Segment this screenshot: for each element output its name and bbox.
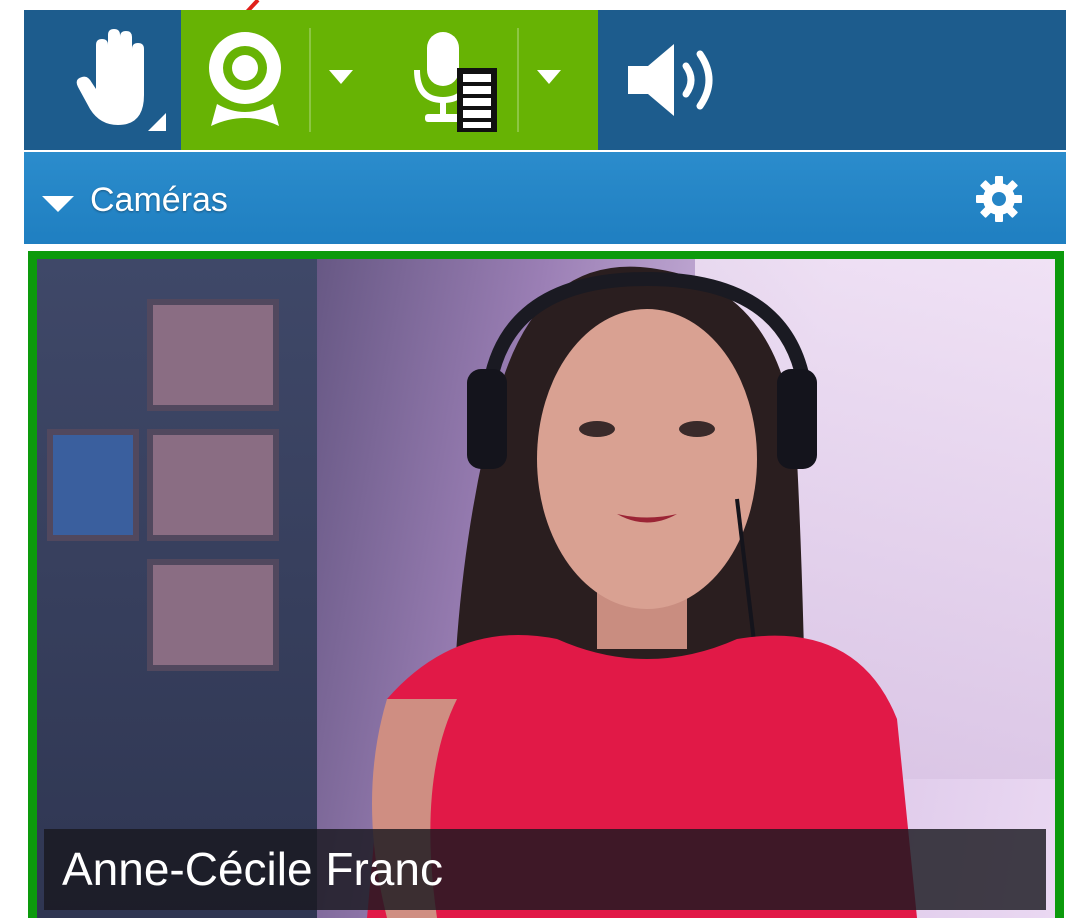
separator bbox=[517, 28, 519, 132]
chevron-down-icon bbox=[329, 70, 353, 84]
gear-icon[interactable] bbox=[976, 176, 1022, 222]
participant-name: Anne-Cécile Franc bbox=[62, 843, 443, 895]
video-feed bbox=[37, 259, 1055, 918]
participant-name-bar: Anne-Cécile Franc bbox=[44, 829, 1046, 910]
microphone-menu-button[interactable] bbox=[535, 66, 563, 86]
webcam-icon bbox=[209, 32, 281, 126]
webcam-menu-button[interactable] bbox=[327, 66, 355, 86]
speaker-button[interactable] bbox=[614, 10, 744, 150]
triangle-down-icon[interactable] bbox=[40, 194, 76, 214]
webcam-button[interactable] bbox=[195, 26, 295, 134]
hand-icon bbox=[76, 29, 166, 131]
media-toolbar bbox=[24, 10, 1066, 150]
video-tile[interactable]: Anne-Cécile Franc bbox=[28, 251, 1064, 918]
separator bbox=[309, 28, 311, 132]
panel-title: Caméras bbox=[90, 181, 228, 219]
chevron-down-icon bbox=[537, 70, 561, 84]
participant-video-image bbox=[367, 266, 917, 918]
microphone-button[interactable] bbox=[407, 28, 503, 134]
webcam-mic-group bbox=[181, 10, 598, 150]
microphone-icon bbox=[414, 32, 497, 132]
cameras-panel-header[interactable]: Caméras bbox=[24, 152, 1066, 244]
raise-hand-button[interactable] bbox=[60, 10, 180, 150]
speaker-icon bbox=[628, 44, 713, 116]
